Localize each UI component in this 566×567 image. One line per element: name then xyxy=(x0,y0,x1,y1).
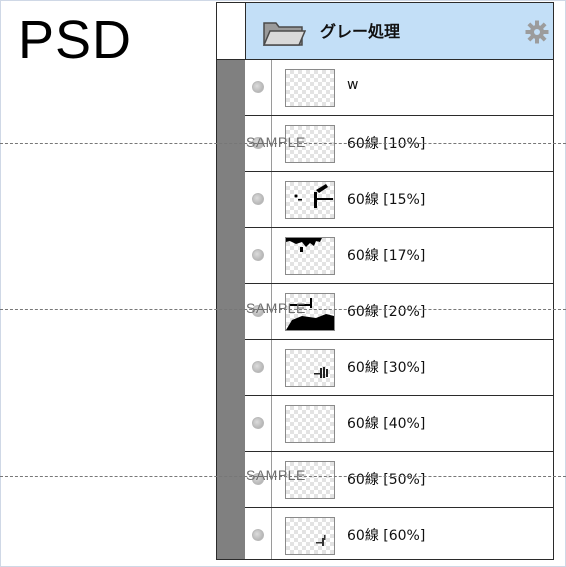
layer-thumbnail xyxy=(285,237,335,275)
layer-name: 60線 [17%] xyxy=(347,248,426,264)
watermark-text: SAMPLE xyxy=(246,467,306,483)
layer-group-row[interactable]: グレー処理 xyxy=(217,3,553,60)
watermark-text: SAMPLE xyxy=(246,300,306,316)
file-format-label: PSD xyxy=(18,10,133,70)
group-name: グレー処理 xyxy=(320,22,401,41)
visibility-dot-icon xyxy=(252,193,264,205)
layer-thumbnail xyxy=(285,181,335,219)
visibility-dot-icon xyxy=(252,529,264,541)
layer-name: 60線 [60%] xyxy=(347,528,426,544)
group-indent-bar xyxy=(217,60,245,559)
gear-icon[interactable] xyxy=(525,20,549,44)
layer-visibility-toggle[interactable] xyxy=(245,340,272,395)
layer-row[interactable]: 60線 [15%] xyxy=(245,172,553,228)
folder-icon xyxy=(262,22,306,46)
visibility-dot-icon xyxy=(252,81,264,93)
layer-visibility-toggle[interactable] xyxy=(245,172,272,227)
group-visibility-toggle[interactable] xyxy=(217,3,246,59)
layer-visibility-toggle[interactable] xyxy=(245,508,272,559)
layer-thumbnail xyxy=(285,405,335,443)
layer-row[interactable]: 60線 [40%] xyxy=(245,396,553,452)
layer-row[interactable]: 60線 [30%] xyxy=(245,340,553,396)
visibility-dot-icon xyxy=(252,361,264,373)
layer-name: 60線 [40%] xyxy=(347,416,426,432)
layer-visibility-toggle[interactable] xyxy=(245,396,272,451)
layer-name: w xyxy=(347,77,359,93)
layer-name: 60線 [30%] xyxy=(347,360,426,376)
layer-visibility-toggle[interactable] xyxy=(245,228,272,283)
layer-row[interactable]: w xyxy=(245,60,553,116)
layer-name: 60線 [50%] xyxy=(347,472,426,488)
visibility-dot-icon xyxy=(252,249,264,261)
visibility-dot-icon xyxy=(252,417,264,429)
layer-row[interactable]: 60線 [17%] xyxy=(245,228,553,284)
layer-name: 60線 [20%] xyxy=(347,304,426,320)
layer-group-header[interactable]: グレー処理 xyxy=(246,3,553,59)
layer-thumbnail xyxy=(285,517,335,555)
layer-row[interactable]: 60線 [60%] xyxy=(245,508,553,559)
layer-thumbnail xyxy=(285,69,335,107)
watermark-text: SAMPLE xyxy=(246,134,306,150)
layer-thumbnail xyxy=(285,349,335,387)
layer-name: 60線 [15%] xyxy=(347,192,426,208)
layer-visibility-toggle[interactable] xyxy=(245,60,272,115)
